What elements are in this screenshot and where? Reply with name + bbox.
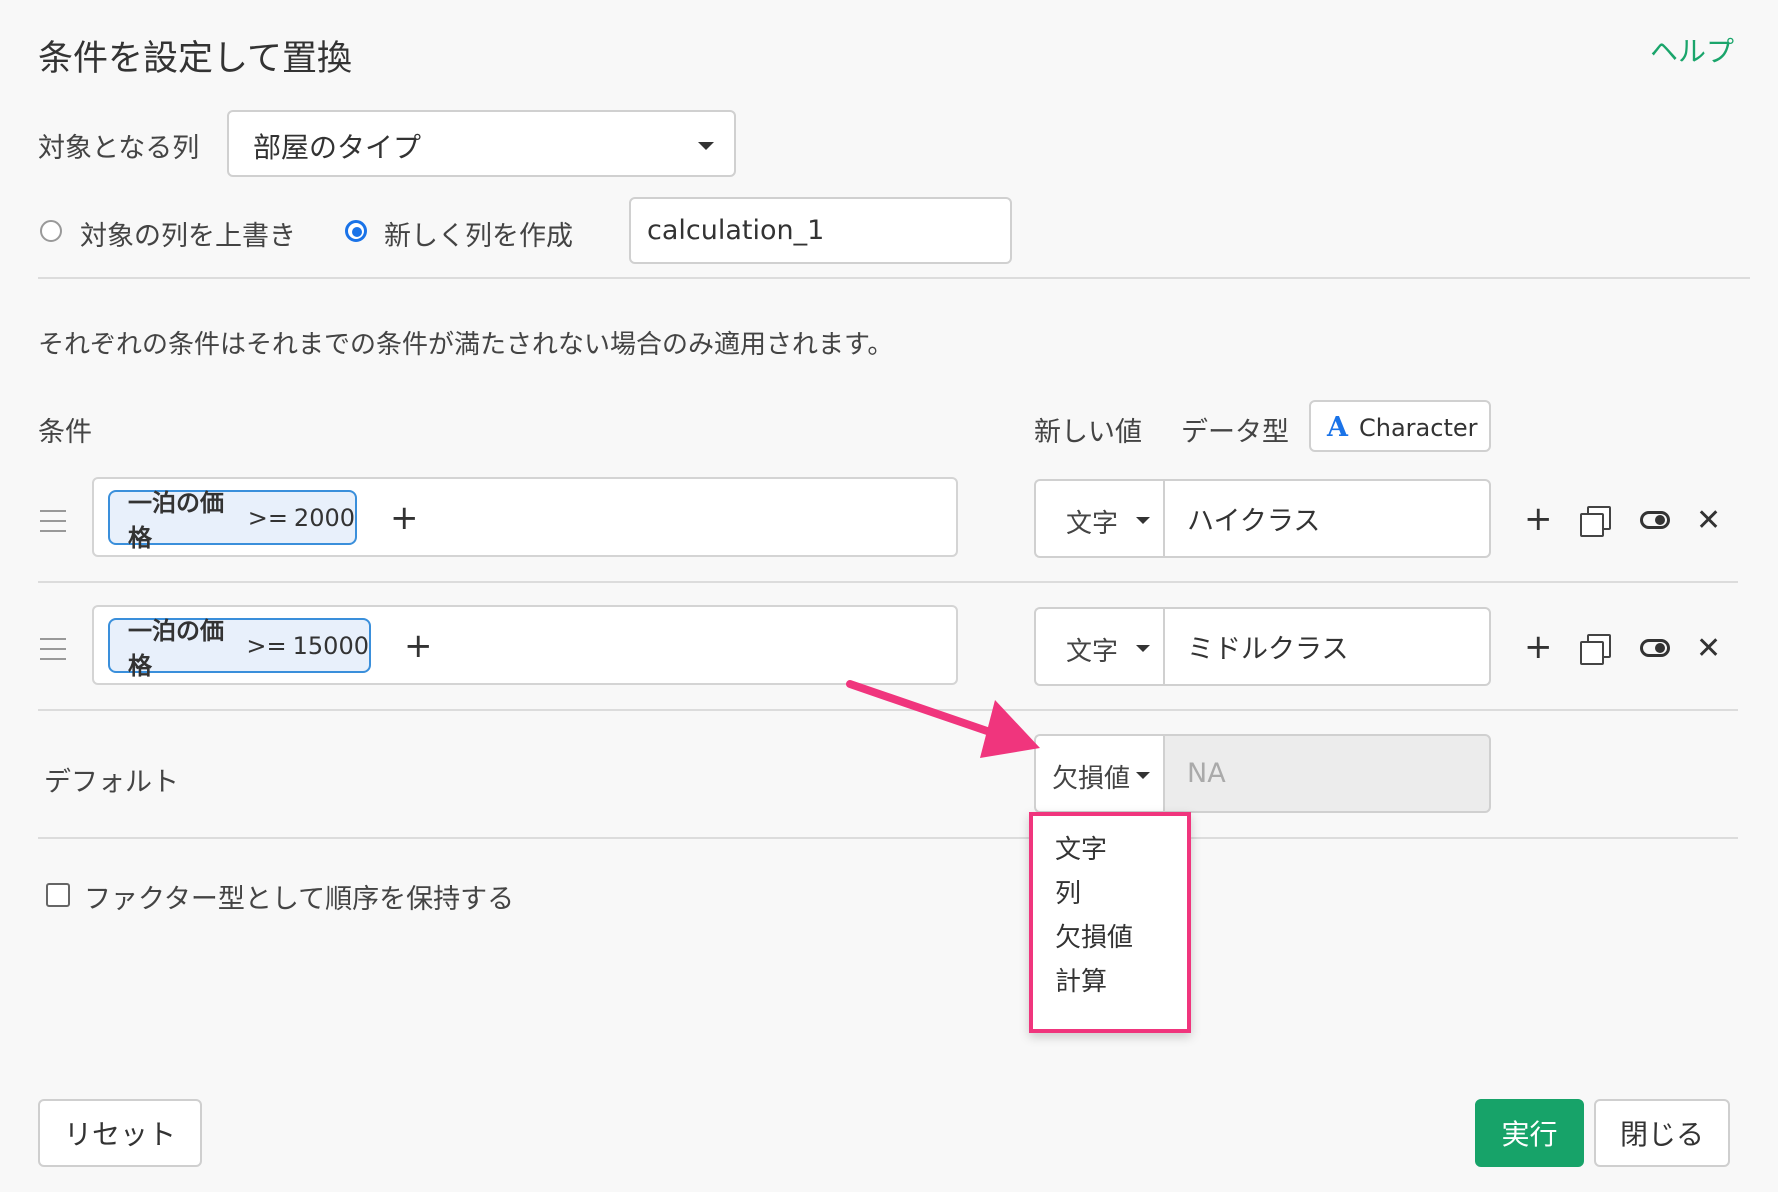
add-condition-button[interactable]: +	[404, 629, 433, 663]
chip-column: 一泊の価格	[128, 488, 224, 552]
new-value-input[interactable]: ミドルクラス	[1163, 607, 1491, 686]
new-column-name-input[interactable]: calculation_1	[629, 197, 1012, 264]
target-column-select[interactable]: 部屋のタイプ	[227, 110, 736, 177]
chevron-down-icon	[698, 142, 714, 150]
drag-handle-icon[interactable]	[40, 510, 66, 532]
add-condition-button[interactable]: +	[390, 501, 419, 535]
new-column-radio[interactable]	[345, 220, 367, 242]
target-column-value: 部屋のタイプ	[253, 131, 422, 164]
toggle-icon[interactable]	[1640, 511, 1670, 529]
chip-value: 2000	[293, 503, 355, 532]
toggle-icon[interactable]	[1640, 639, 1670, 657]
new-value-input[interactable]: ハイクラス	[1163, 479, 1491, 558]
close-icon[interactable]: ✕	[1696, 634, 1721, 664]
reset-button[interactable]: リセット	[38, 1099, 202, 1167]
close-button[interactable]: 閉じる	[1594, 1099, 1730, 1167]
chevron-down-icon	[1136, 517, 1150, 524]
chip-operator: >=	[247, 503, 288, 532]
default-type-label: 欠損値	[1052, 764, 1131, 794]
close-icon[interactable]: ✕	[1696, 506, 1721, 536]
condition-header: 条件	[38, 417, 92, 448]
data-type-select[interactable]: A Character	[1309, 400, 1491, 452]
new-value-header: 新しい値	[1034, 417, 1142, 448]
dropdown-option-calculate[interactable]: 計算	[1033, 960, 1187, 1004]
condition-box[interactable]: 一泊の価格 >= 15000 +	[92, 605, 958, 685]
divider	[38, 581, 1738, 583]
type-dropdown-menu: 文字 列 欠損値 計算	[1029, 812, 1191, 1033]
chevron-down-icon	[1136, 772, 1150, 779]
overwrite-radio[interactable]	[40, 220, 62, 242]
description-text: それぞれの条件はそれまでの条件が満たされない場合のみ適用されます。	[38, 330, 894, 360]
condition-box[interactable]: 一泊の価格 >= 2000 +	[92, 477, 958, 557]
chip-column: 一泊の価格	[128, 616, 224, 680]
value-type-select[interactable]: 文字	[1034, 607, 1164, 686]
factor-checkbox[interactable]	[46, 883, 70, 907]
chip-operator: >=	[246, 631, 287, 660]
condition-chip[interactable]: 一泊の価格 >= 15000	[108, 617, 371, 680]
default-label: デフォルト	[44, 767, 179, 798]
value-type-label: 文字	[1066, 637, 1119, 667]
run-button[interactable]: 実行	[1475, 1099, 1584, 1167]
annotation-arrow	[846, 680, 1040, 758]
dialog-title: 条件を設定して置換	[38, 39, 352, 79]
copy-icon[interactable]	[1580, 506, 1611, 537]
value-type-label: 文字	[1066, 509, 1119, 539]
dropdown-option-column[interactable]: 列	[1033, 872, 1187, 916]
dropdown-option-missing[interactable]: 欠損値	[1033, 916, 1187, 960]
divider	[38, 277, 1750, 279]
divider	[38, 837, 1738, 839]
default-value-input: NA	[1163, 734, 1491, 813]
chevron-down-icon	[1136, 645, 1150, 652]
copy-icon[interactable]	[1580, 634, 1611, 665]
factor-label[interactable]: ファクター型として順序を保持する	[84, 877, 514, 916]
overwrite-label[interactable]: 対象の列を上書き	[80, 214, 296, 253]
value-type-select[interactable]: 文字	[1034, 479, 1164, 558]
drag-handle-icon[interactable]	[40, 638, 66, 660]
character-type-icon: A	[1327, 412, 1348, 443]
new-column-label[interactable]: 新しく列を作成	[384, 214, 573, 253]
target-column-label: 対象となる列	[38, 133, 200, 164]
dropdown-option-text[interactable]: 文字	[1033, 828, 1187, 872]
condition-chip[interactable]: 一泊の価格 >= 2000	[108, 489, 357, 552]
data-type-header: データ型	[1181, 417, 1289, 448]
add-rule-button[interactable]: +	[1524, 630, 1553, 664]
default-type-select[interactable]: 欠損値	[1034, 734, 1164, 813]
data-type-value: Character	[1359, 414, 1478, 442]
help-link[interactable]: ヘルプ	[1650, 30, 1734, 70]
add-rule-button[interactable]: +	[1524, 502, 1553, 536]
chip-value: 15000	[292, 631, 369, 660]
